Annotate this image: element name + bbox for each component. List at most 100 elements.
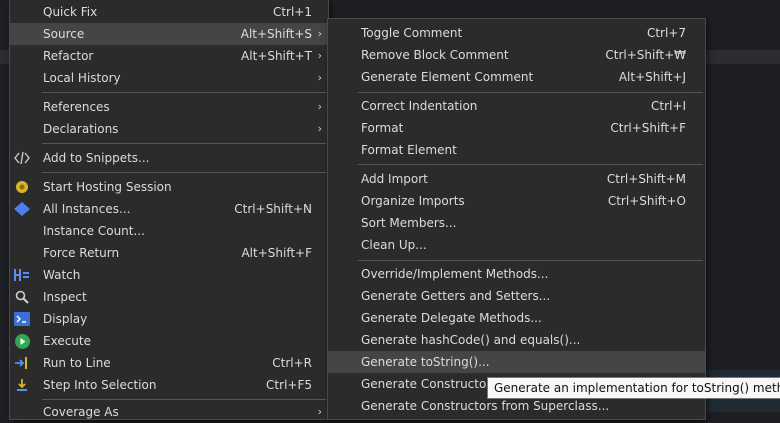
step-into-icon bbox=[14, 377, 30, 393]
context-menu: Quick Fix Ctrl+1 Source Alt+Shift+S › Re… bbox=[9, 0, 329, 420]
menu-item-quick-fix[interactable]: Quick Fix Ctrl+1 bbox=[10, 1, 328, 23]
menu-item-accelerator: Alt+Shift+F bbox=[241, 246, 312, 260]
menu-item-label: Clean Up... bbox=[361, 238, 427, 252]
menu-item-label: Remove Block Comment bbox=[361, 48, 509, 62]
menu-separator bbox=[358, 92, 703, 93]
menu-item-label: Instance Count... bbox=[43, 224, 145, 238]
menu-item-accelerator: Ctrl+Shift+₩ bbox=[605, 48, 686, 62]
menu-item-accelerator: Alt+Shift+S bbox=[240, 27, 312, 41]
run-to-line-icon bbox=[14, 355, 30, 371]
menu-item-label: Start Hosting Session bbox=[43, 180, 172, 194]
menu-item-label: Watch bbox=[43, 268, 81, 282]
menu-item-coverage-as[interactable]: Coverage As › bbox=[10, 401, 328, 423]
menu-item-execute[interactable]: Execute bbox=[10, 330, 328, 352]
menu-item-label: Step Into Selection bbox=[43, 378, 157, 392]
menu-item-label: Format bbox=[361, 121, 404, 135]
menu-separator bbox=[358, 164, 703, 165]
menu-item-add-to-snippets[interactable]: Add to Snippets... bbox=[10, 147, 328, 169]
display-console-icon bbox=[14, 311, 30, 327]
submenu-item-generate-hashcode-equals[interactable]: Generate hashCode() and equals()... bbox=[328, 329, 705, 351]
submenu-arrow-icon: › bbox=[317, 27, 322, 40]
menu-item-label: Force Return bbox=[43, 246, 120, 260]
menu-item-label: Refactor bbox=[43, 49, 94, 63]
menu-item-label: Run to Line bbox=[43, 356, 111, 370]
menu-item-label: Override/Implement Methods... bbox=[361, 267, 549, 281]
menu-item-all-instances[interactable]: All Instances... Ctrl+Shift+N bbox=[10, 198, 328, 220]
submenu-item-override-implement-methods[interactable]: Override/Implement Methods... bbox=[328, 263, 705, 285]
menu-item-start-hosting-session[interactable]: Start Hosting Session bbox=[10, 176, 328, 198]
menu-item-label: Generate Delegate Methods... bbox=[361, 311, 542, 325]
submenu-item-toggle-comment[interactable]: Toggle Comment Ctrl+7 bbox=[328, 22, 705, 44]
menu-separator bbox=[42, 172, 326, 173]
submenu-arrow-icon: › bbox=[317, 49, 322, 62]
editor-background-strip bbox=[705, 50, 780, 64]
menu-item-accelerator: Ctrl+F5 bbox=[266, 378, 312, 392]
menu-item-inspect[interactable]: Inspect bbox=[10, 286, 328, 308]
menu-item-label: Generate Getters and Setters... bbox=[361, 289, 551, 303]
submenu-item-format[interactable]: Format Ctrl+Shift+F bbox=[328, 117, 705, 139]
magnifier-icon bbox=[14, 289, 30, 305]
menu-item-watch[interactable]: Watch bbox=[10, 264, 328, 286]
submenu-item-generate-element-comment[interactable]: Generate Element Comment Alt+Shift+J bbox=[328, 66, 705, 88]
menu-item-accelerator: Ctrl+1 bbox=[272, 5, 312, 19]
menu-item-label: Coverage As bbox=[43, 405, 119, 419]
source-submenu: Toggle Comment Ctrl+7 Remove Block Comme… bbox=[327, 18, 706, 420]
menu-item-source[interactable]: Source Alt+Shift+S › bbox=[10, 23, 328, 45]
menu-item-label: Quick Fix bbox=[43, 5, 98, 19]
menu-item-label: Toggle Comment bbox=[361, 26, 463, 40]
tooltip: Generate an implementation for toString(… bbox=[487, 377, 780, 399]
menu-item-accelerator: Ctrl+Shift+F bbox=[610, 121, 686, 135]
menu-item-label: Generate hashCode() and equals()... bbox=[361, 333, 581, 347]
menu-item-label: Generate Element Comment bbox=[361, 70, 534, 84]
submenu-item-correct-indentation[interactable]: Correct Indentation Ctrl+I bbox=[328, 95, 705, 117]
menu-separator bbox=[42, 92, 326, 93]
menu-item-force-return[interactable]: Force Return Alt+Shift+F bbox=[10, 242, 328, 264]
menu-item-label: Sort Members... bbox=[361, 216, 457, 230]
menu-item-accelerator: Ctrl+7 bbox=[646, 26, 686, 40]
menu-item-step-into-selection[interactable]: Step Into Selection Ctrl+F5 bbox=[10, 374, 328, 396]
menu-item-accelerator: Ctrl+Shift+M bbox=[606, 172, 686, 186]
menu-item-accelerator: Alt+Shift+T bbox=[241, 49, 312, 63]
menu-item-label: References bbox=[43, 100, 110, 114]
menu-item-run-to-line[interactable]: Run to Line Ctrl+R bbox=[10, 352, 328, 374]
submenu-item-generate-getters-setters[interactable]: Generate Getters and Setters... bbox=[328, 285, 705, 307]
submenu-item-add-import[interactable]: Add Import Ctrl+Shift+M bbox=[328, 168, 705, 190]
menu-item-label: Inspect bbox=[43, 290, 87, 304]
submenu-item-sort-members[interactable]: Sort Members... bbox=[328, 212, 705, 234]
menu-item-label: Generate Constructor u bbox=[361, 377, 503, 391]
watch-icon bbox=[14, 267, 30, 283]
submenu-item-generate-delegate-methods[interactable]: Generate Delegate Methods... bbox=[328, 307, 705, 329]
submenu-item-generate-tostring[interactable]: Generate toString()... bbox=[328, 351, 705, 373]
hosting-session-icon bbox=[14, 179, 30, 195]
submenu-arrow-icon: › bbox=[317, 122, 322, 135]
menu-item-label: Generate toString()... bbox=[361, 355, 490, 369]
submenu-item-remove-block-comment[interactable]: Remove Block Comment Ctrl+Shift+₩ bbox=[328, 44, 705, 66]
menu-item-label: Display bbox=[43, 312, 88, 326]
submenu-item-format-element[interactable]: Format Element bbox=[328, 139, 705, 161]
menu-item-label: Source bbox=[43, 27, 85, 41]
menu-separator bbox=[42, 399, 326, 400]
menu-item-refactor[interactable]: Refactor Alt+Shift+T › bbox=[10, 45, 328, 67]
submenu-item-clean-up[interactable]: Clean Up... bbox=[328, 234, 705, 256]
menu-item-references[interactable]: References › bbox=[10, 96, 328, 118]
menu-item-label: All Instances... bbox=[43, 202, 131, 216]
menu-item-display[interactable]: Display bbox=[10, 308, 328, 330]
execute-play-icon bbox=[14, 333, 30, 349]
menu-item-accelerator: Ctrl+R bbox=[272, 356, 312, 370]
menu-item-label: Organize Imports bbox=[361, 194, 465, 208]
menu-item-label: Execute bbox=[43, 334, 91, 348]
menu-separator bbox=[42, 143, 326, 144]
menu-item-accelerator: Alt+Shift+J bbox=[618, 70, 686, 84]
menu-item-declarations[interactable]: Declarations › bbox=[10, 118, 328, 140]
submenu-item-organize-imports[interactable]: Organize Imports Ctrl+Shift+O bbox=[328, 190, 705, 212]
submenu-arrow-icon: › bbox=[317, 100, 322, 113]
menu-item-accelerator: Ctrl+Shift+N bbox=[234, 202, 312, 216]
menu-item-local-history[interactable]: Local History › bbox=[10, 67, 328, 89]
menu-item-accelerator: Ctrl+Shift+O bbox=[607, 194, 686, 208]
menu-item-label: Add to Snippets... bbox=[43, 151, 150, 165]
menu-item-label: Correct Indentation bbox=[361, 99, 478, 113]
menu-item-accelerator: Ctrl+I bbox=[651, 99, 686, 113]
menu-separator bbox=[358, 260, 703, 261]
submenu-arrow-icon: › bbox=[317, 405, 322, 418]
menu-item-instance-count[interactable]: Instance Count... bbox=[10, 220, 328, 242]
